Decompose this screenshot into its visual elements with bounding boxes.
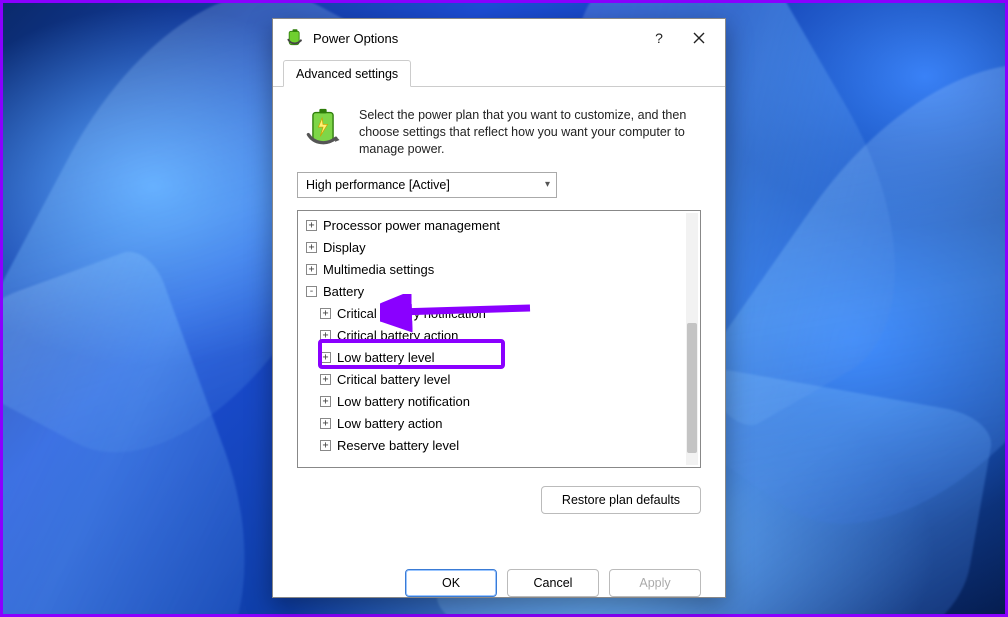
tree-node-critical-battery-level[interactable]: + Critical battery level [320, 369, 682, 391]
expand-icon[interactable]: + [320, 352, 331, 363]
tree-node-display[interactable]: + Display [306, 237, 682, 259]
apply-button[interactable]: Apply [609, 569, 701, 597]
tree-node-processor-power-management[interactable]: + Processor power management [306, 215, 682, 237]
expand-icon[interactable]: + [320, 418, 331, 429]
tree-label: Low battery notification [337, 394, 470, 409]
window-title: Power Options [313, 31, 639, 46]
settings-tree[interactable]: + Processor power management + Display +… [306, 215, 682, 463]
tree-node-reserve-battery-level[interactable]: + Reserve battery level [320, 435, 682, 457]
tree-label: Battery [323, 284, 364, 299]
close-icon [693, 32, 705, 44]
description-row: Select the power plan that you want to c… [301, 107, 697, 158]
description-text: Select the power plan that you want to c… [359, 107, 697, 158]
expand-icon[interactable]: + [320, 308, 331, 319]
collapse-icon[interactable]: - [306, 286, 317, 297]
close-button[interactable] [679, 23, 719, 53]
tree-node-battery[interactable]: - Battery [306, 281, 682, 303]
tree-label: Multimedia settings [323, 262, 434, 277]
power-plan-select[interactable]: High performance [Active] ▾ [297, 172, 557, 198]
tree-node-low-battery-level[interactable]: + Low battery level [320, 347, 682, 369]
tree-node-critical-battery-action[interactable]: + Critical battery action [320, 325, 682, 347]
tree-label: Critical battery notification [337, 306, 486, 321]
help-button[interactable]: ? [639, 23, 679, 53]
restore-plan-defaults-button[interactable]: Restore plan defaults [541, 486, 701, 514]
tree-node-low-battery-action[interactable]: + Low battery action [320, 413, 682, 435]
tab-strip: Advanced settings [273, 57, 725, 87]
ok-button[interactable]: OK [405, 569, 497, 597]
expand-icon[interactable]: + [306, 264, 317, 275]
tree-scrollbar[interactable] [686, 213, 698, 465]
battery-plan-icon [301, 107, 345, 151]
chevron-down-icon: ▾ [545, 179, 550, 190]
tree-node-critical-battery-notification[interactable]: + Critical battery notification [320, 303, 682, 325]
tree-label: Low battery action [337, 416, 443, 431]
tree-label: Low battery level [337, 350, 435, 365]
tree-node-multimedia-settings[interactable]: + Multimedia settings [306, 259, 682, 281]
tree-label: Critical battery action [337, 328, 458, 343]
tab-content: Select the power plan that you want to c… [273, 87, 725, 555]
tree-label: Critical battery level [337, 372, 450, 387]
tab-advanced-settings[interactable]: Advanced settings [283, 60, 411, 87]
expand-icon[interactable]: + [320, 396, 331, 407]
cancel-button[interactable]: Cancel [507, 569, 599, 597]
titlebar: Power Options ? [273, 19, 725, 57]
expand-icon[interactable]: + [320, 374, 331, 385]
tree-label: Processor power management [323, 218, 500, 233]
tree-label: Display [323, 240, 366, 255]
scrollbar-thumb[interactable] [687, 323, 697, 453]
expand-icon[interactable]: + [306, 220, 317, 231]
power-plan-value: High performance [Active] [306, 178, 450, 192]
tree-node-low-battery-notification[interactable]: + Low battery notification [320, 391, 682, 413]
power-options-dialog: Power Options ? Advanced settings Select… [272, 18, 726, 598]
settings-tree-box: + Processor power management + Display +… [297, 210, 701, 468]
expand-icon[interactable]: + [320, 440, 331, 451]
expand-icon[interactable]: + [320, 330, 331, 341]
expand-icon[interactable]: + [306, 242, 317, 253]
dialog-button-row: OK Cancel Apply [273, 555, 725, 597]
power-options-app-icon [285, 28, 305, 48]
tree-label: Reserve battery level [337, 438, 459, 453]
